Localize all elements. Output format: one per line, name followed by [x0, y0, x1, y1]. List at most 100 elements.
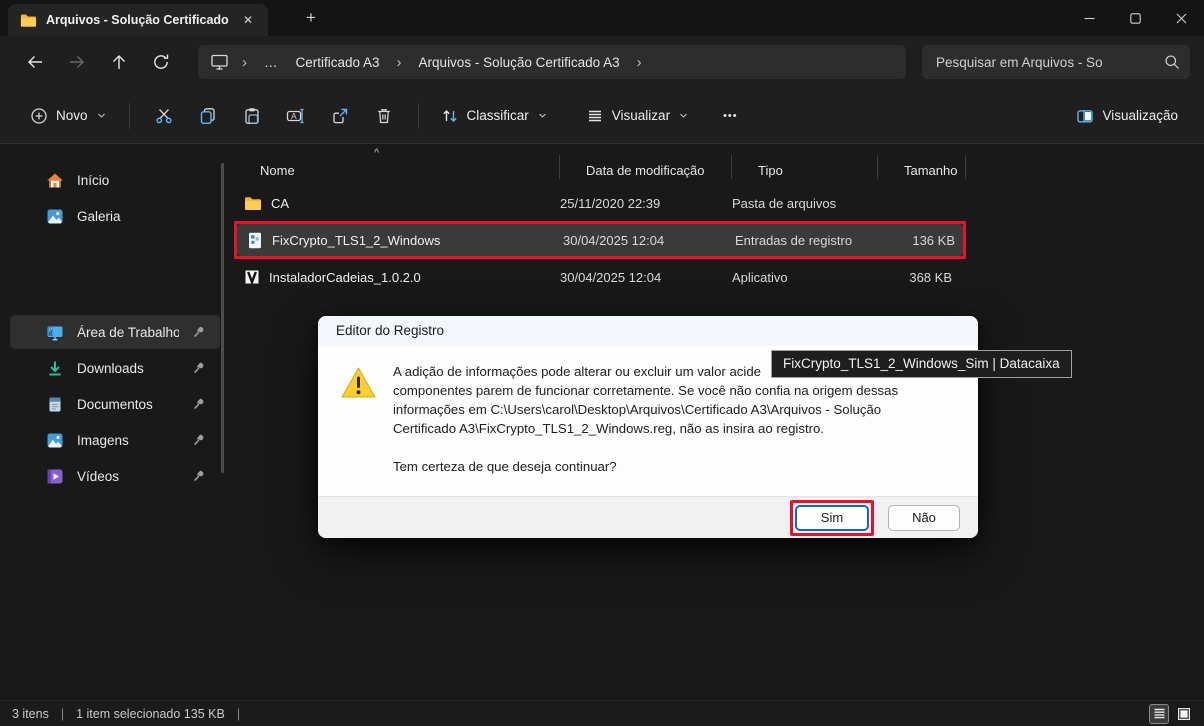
- close-button[interactable]: [1158, 0, 1204, 36]
- file-row-fixcrypto[interactable]: FixCrypto_TLS1_2_Windows 30/04/2025 12:0…: [237, 224, 963, 256]
- search-input[interactable]: [936, 55, 1156, 70]
- sidebar-item-label: Documentos: [77, 397, 179, 412]
- sidebar-item-imagens[interactable]: Imagens: [10, 423, 220, 457]
- sidebar-item-area-de-trabalho[interactable]: Área de Trabalho: [10, 315, 220, 349]
- file-type: Aplicativo: [732, 270, 878, 285]
- maximize-button[interactable]: [1112, 0, 1158, 36]
- up-button[interactable]: [102, 45, 136, 79]
- up-arrow-icon: [110, 53, 128, 71]
- new-tab-button[interactable]: +: [296, 8, 326, 28]
- explorer-tab[interactable]: Arquivos - Solução Certificado ✕: [8, 4, 268, 36]
- document-icon: [46, 396, 64, 413]
- large-icons-view-button[interactable]: [1174, 704, 1194, 724]
- view-button[interactable]: Visualizar: [576, 100, 699, 132]
- ellipsis-icon: •••: [723, 110, 738, 122]
- toolbar-separator: [418, 103, 419, 129]
- pin-icon: [192, 361, 206, 375]
- address-bar[interactable]: › … Certificado A3 › Arquivos - Solução …: [198, 45, 906, 79]
- file-list-header: ^ Nome Data de modificação Tipo Tamanho: [234, 147, 966, 185]
- breadcrumb-chevron-icon: ›: [239, 54, 250, 71]
- videos-icon: [46, 468, 64, 485]
- breadcrumb-segment[interactable]: Certificado A3: [292, 53, 384, 72]
- chevron-down-icon: [537, 110, 548, 121]
- rename-button[interactable]: A: [274, 98, 318, 134]
- file-row-instaladorcadeias[interactable]: InstaladorCadeias_1.0.2.0 30/04/2025 12:…: [234, 261, 966, 293]
- status-separator: |: [237, 707, 240, 721]
- copy-icon: [199, 107, 217, 125]
- column-header-data[interactable]: Data de modificação: [560, 147, 732, 185]
- preview-toggle-button[interactable]: Visualização: [1066, 100, 1188, 132]
- more-options-button[interactable]: •••: [713, 103, 748, 129]
- sidebar-item-label: Início: [77, 173, 206, 188]
- sidebar-item-label: Imagens: [77, 433, 179, 448]
- sidebar-scrollbar[interactable]: [221, 163, 224, 473]
- svg-text:A: A: [291, 111, 297, 121]
- file-name: CA: [271, 196, 289, 211]
- column-header-tipo[interactable]: Tipo: [732, 147, 878, 185]
- status-bar: 3 itens | 1 item selecionado 135 KB |: [0, 700, 1204, 726]
- title-bar: Arquivos - Solução Certificado ✕ +: [0, 0, 1204, 36]
- new-label: Novo: [56, 108, 88, 123]
- window-controls: [1066, 0, 1204, 36]
- details-view-button[interactable]: [1149, 704, 1169, 724]
- delete-button[interactable]: [362, 98, 406, 134]
- gallery-icon: [46, 208, 64, 225]
- tab-close-icon[interactable]: ✕: [238, 11, 258, 29]
- refresh-button[interactable]: [144, 45, 178, 79]
- yes-button[interactable]: Sim: [795, 505, 869, 531]
- refresh-icon: [152, 53, 170, 71]
- items-count: 3 itens: [12, 707, 49, 721]
- breadcrumb-segment[interactable]: Arquivos - Solução Certificado A3: [415, 53, 624, 72]
- column-header-tamanho[interactable]: Tamanho: [878, 147, 966, 185]
- list-lines-icon: [586, 107, 604, 125]
- pin-icon: [192, 469, 206, 483]
- chevron-down-icon: [678, 110, 689, 121]
- dialog-message-line: Certificado A3\FixCrypto_TLS1_2_Windows.…: [393, 419, 898, 438]
- sidebar-item-label: Vídeos: [77, 469, 179, 484]
- view-label: Visualizar: [612, 108, 670, 123]
- file-size: 368 KB: [878, 270, 966, 285]
- file-type: Pasta de arquivos: [732, 196, 878, 211]
- no-button[interactable]: Não: [888, 505, 960, 531]
- tooltip: FixCrypto_TLS1_2_Windows_Sim | Datacaixa: [771, 350, 1072, 378]
- this-pc-icon: [210, 53, 229, 71]
- copy-button[interactable]: [186, 98, 230, 134]
- file-name: FixCrypto_TLS1_2_Windows: [272, 233, 440, 248]
- selection-info: 1 item selecionado 135 KB: [76, 707, 225, 721]
- plus-circle-icon: [30, 107, 48, 125]
- file-row-ca[interactable]: CA 25/11/2020 22:39 Pasta de arquivos: [234, 187, 966, 219]
- large-icons-view-icon: [1178, 708, 1190, 720]
- paste-button[interactable]: [230, 98, 274, 134]
- forward-arrow-icon: [68, 53, 86, 71]
- sidebar-item-inicio[interactable]: Início: [10, 163, 220, 197]
- back-button[interactable]: [18, 45, 52, 79]
- dialog-message: A adição de informações pode alterar ou …: [393, 362, 898, 476]
- new-button[interactable]: Novo: [20, 100, 117, 132]
- toolbar-separator: [129, 103, 130, 129]
- rename-icon: A: [286, 107, 305, 125]
- view-toggles: [1149, 704, 1194, 724]
- search-box[interactable]: [922, 45, 1190, 79]
- file-date: 30/04/2025 12:04: [563, 233, 735, 248]
- breadcrumb-ellipsis[interactable]: …: [260, 53, 282, 72]
- dialog-question: Tem certeza de que deseja continuar?: [393, 457, 898, 476]
- sidebar-item-downloads[interactable]: Downloads: [10, 351, 220, 385]
- sidebar-item-documentos[interactable]: Documentos: [10, 387, 220, 421]
- status-separator: |: [61, 707, 64, 721]
- share-button[interactable]: [318, 98, 362, 134]
- column-header-nome[interactable]: Nome: [234, 147, 560, 185]
- minimize-button[interactable]: [1066, 0, 1112, 36]
- file-name: InstaladorCadeias_1.0.2.0: [269, 270, 421, 285]
- minimize-icon: [1084, 13, 1095, 24]
- forward-button[interactable]: [60, 45, 94, 79]
- dialog-footer: Sim Não: [318, 496, 978, 538]
- folder-icon: [20, 13, 37, 28]
- sort-button[interactable]: Classificar: [431, 100, 558, 132]
- maximize-icon: [1130, 13, 1141, 24]
- sidebar-item-galeria[interactable]: Galeria: [10, 199, 220, 233]
- cut-button[interactable]: [142, 98, 186, 134]
- trash-icon: [375, 107, 393, 125]
- sidebar-item-label: Área de Trabalho: [77, 325, 179, 340]
- sidebar-item-videos[interactable]: Vídeos: [10, 459, 220, 493]
- pin-icon: [192, 325, 206, 339]
